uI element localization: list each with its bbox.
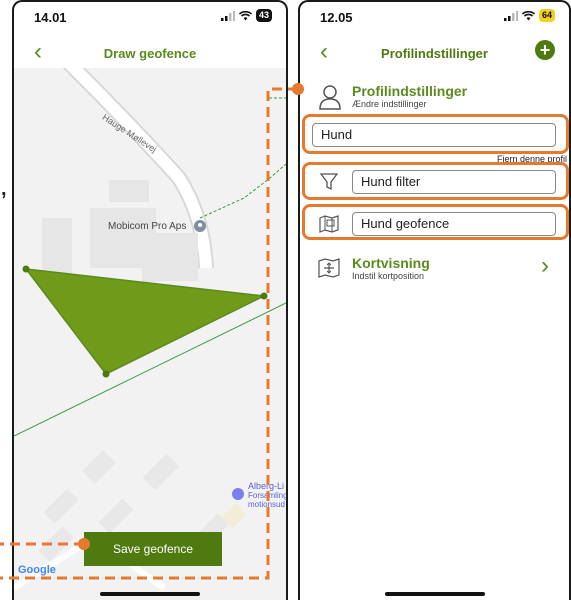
status-time: 12.05 [320,10,353,25]
map-view-title: Kortvisning [352,255,430,271]
profile-subtitle: Ændre indstillinger [352,99,427,109]
polygon-vertex [102,370,110,378]
add-profile-button[interactable]: + [535,40,555,60]
page-title: Profilindstillinger [381,46,488,61]
draw-geofence-screen: 14.01 43 ‹ Draw geofence Hauge Møllevej … [12,0,288,600]
poi2-label-line2: Forsamlings [248,491,288,500]
polygon-vertex [260,292,268,300]
chevron-right-icon[interactable]: › [541,254,549,278]
google-logo: Google [18,564,56,576]
home-indicator [384,592,485,596]
battery-icon: 43 [255,9,272,22]
polygon-vertex [22,265,30,273]
highlight-name-field [302,114,569,154]
profile-settings-screen: 12.05 64 ‹ Profilindstillinger + Profili… [298,0,571,600]
highlight-geofence-field [302,204,569,240]
nav-bar: ‹ Profilindstillinger + [300,38,569,68]
person-icon [319,85,341,110]
profile-header: Profilindstillinger Ændre indstillinger [352,83,467,109]
battery-icon: 64 [538,9,555,22]
page-title: Draw geofence [103,46,197,61]
building [109,180,149,202]
status-icons: 64 [503,9,555,22]
signal-icon [503,10,518,21]
geofence-polygon [24,268,267,375]
poi2-label-line1: Alberg-Li [248,481,285,491]
status-icons: 43 [220,9,272,22]
wifi-icon [238,10,252,20]
home-indicator [100,592,200,596]
building [42,218,72,278]
wifi-icon [521,10,535,20]
status-time: 14.01 [34,10,67,25]
highlight-filter-field [302,162,569,200]
status-bar: 12.05 64 [300,2,569,32]
nav-bar: ‹ Draw geofence [14,38,286,68]
map-view-subtitle: Indstil kortposition [352,271,425,281]
building [142,258,158,282]
trail-dashed [199,163,286,219]
margin-text: , [1,178,7,200]
poi-label: Mobicom Pro Aps [108,221,187,232]
poi2-label: Alberg-Li Forsamlings motionsud [248,481,288,510]
map-view-row[interactable]: Kortvisning Indstil kortposition [352,255,430,281]
poi2-label-line3: motionsud [248,500,285,509]
map-view[interactable]: Hauge Møllevej Mobicom Pro Aps Alberg-Li… [14,68,286,600]
poi-pin-2 [232,488,244,500]
profile-title: Profilindstillinger [352,83,468,99]
map-position-icon [318,258,340,278]
save-geofence-button[interactable]: Save geofence [84,532,222,566]
status-bar: 14.01 43 [14,2,286,32]
signal-icon [220,10,235,21]
